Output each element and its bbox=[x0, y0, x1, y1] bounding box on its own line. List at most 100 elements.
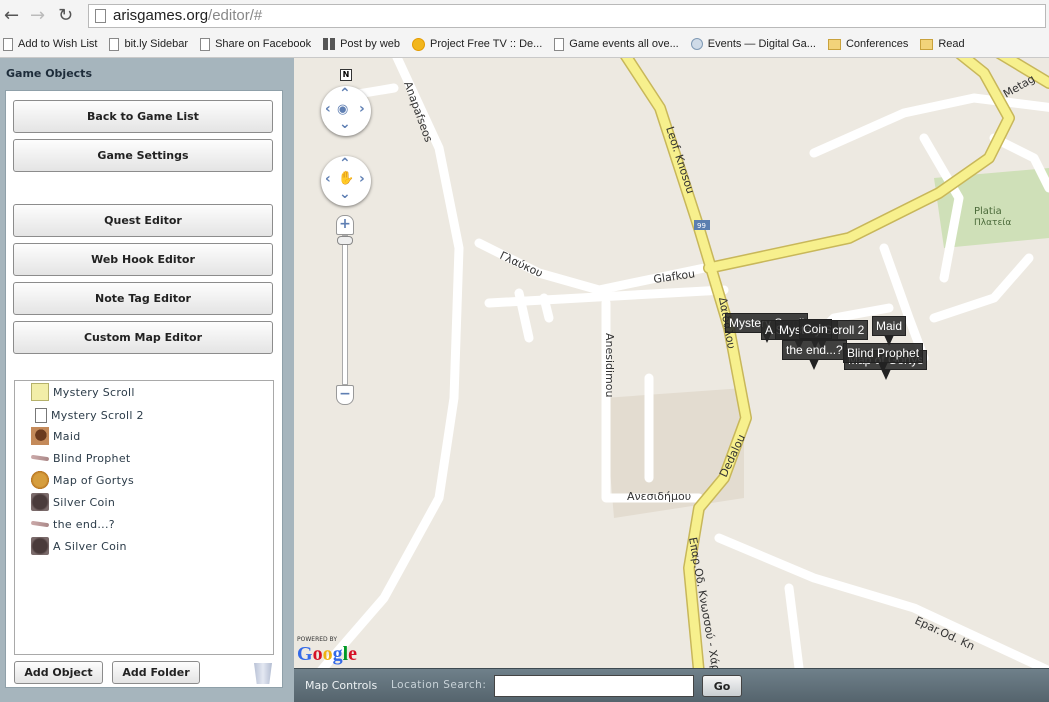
bookmark-item[interactable]: Read bbox=[917, 33, 965, 55]
url-host: arisgames.org bbox=[113, 7, 209, 24]
page-icon bbox=[35, 407, 47, 423]
zoom-slider-track[interactable] bbox=[342, 235, 348, 385]
bookmark-item[interactable]: Share on Facebook bbox=[197, 33, 311, 55]
browser-chrome: ← → ↻ arisgames.org/editor/# Add to Wish… bbox=[0, 0, 1049, 58]
bookmark-label: Post by web bbox=[340, 38, 401, 50]
object-label: A Silver Coin bbox=[53, 539, 127, 553]
object-item[interactable]: A Silver Coin bbox=[31, 536, 127, 556]
bookmark-item[interactable]: Events — Digital Ga... bbox=[688, 33, 816, 55]
address-bar[interactable]: arisgames.org/editor/# bbox=[88, 4, 1046, 28]
object-item[interactable]: Silver Coin bbox=[31, 492, 115, 512]
note-tag-editor-button[interactable]: Note Tag Editor bbox=[13, 282, 273, 315]
maid-icon bbox=[31, 427, 49, 445]
object-item[interactable]: Maid bbox=[31, 426, 80, 446]
road-label: Anapafseos bbox=[401, 80, 435, 145]
scroll-icon bbox=[31, 383, 49, 401]
go-button[interactable]: Go bbox=[702, 675, 742, 697]
hand-icon: ✋ bbox=[338, 171, 355, 186]
game-objects-tree[interactable]: Mystery Scroll Mystery Scroll 2 Maid Blind … bbox=[14, 380, 274, 655]
zoom-in-button[interactable]: + bbox=[336, 215, 354, 235]
quest-editor-button[interactable]: Quest Editor bbox=[13, 204, 273, 237]
bookmark-item[interactable]: bit.ly Sidebar bbox=[106, 33, 188, 55]
add-object-button[interactable]: Add Object bbox=[14, 661, 103, 684]
object-label: the end...? bbox=[53, 517, 115, 531]
road-label: Metag bbox=[1001, 72, 1037, 100]
location-search-input[interactable] bbox=[494, 675, 694, 697]
object-item[interactable]: Map of Gortys bbox=[31, 470, 134, 490]
object-label: Silver Coin bbox=[53, 495, 116, 509]
page-icon bbox=[109, 37, 120, 51]
map-icon bbox=[31, 471, 49, 489]
road bbox=[539, 293, 554, 323]
reload-icon[interactable]: ↻ bbox=[58, 5, 73, 26]
google-logo: Google bbox=[297, 643, 358, 665]
object-item[interactable]: Blind Prophet bbox=[30, 448, 131, 468]
look-control[interactable]: ⌃ ⌄ ‹ › ◉ bbox=[321, 86, 371, 136]
custom-map-editor-button[interactable]: Custom Map Editor bbox=[13, 321, 273, 354]
road-label: Γλαύκου bbox=[498, 249, 545, 280]
bookmark-item[interactable]: Conferences bbox=[825, 33, 908, 55]
page-icon bbox=[95, 9, 106, 23]
zoom-out-button[interactable]: − bbox=[336, 385, 354, 405]
map-marker[interactable]: Coin bbox=[799, 319, 832, 349]
map-controls-link[interactable]: Map Controls bbox=[305, 679, 377, 692]
object-label: Maid bbox=[53, 429, 81, 443]
location-search-label: Location Search: bbox=[391, 679, 487, 691]
place-label: Platia bbox=[974, 206, 1002, 217]
object-item[interactable]: Mystery Scroll bbox=[31, 382, 135, 402]
page-icon bbox=[200, 37, 211, 51]
forward-arrow-icon[interactable]: → bbox=[30, 5, 45, 26]
grid-icon bbox=[323, 38, 336, 50]
road bbox=[317, 58, 464, 668]
object-label: Mystery Scroll bbox=[53, 385, 135, 399]
sidebar-panel: Back to Game List Game Settings Quest Ed… bbox=[5, 90, 283, 688]
game-settings-button[interactable]: Game Settings bbox=[13, 139, 273, 172]
object-item[interactable]: the end...? bbox=[30, 514, 115, 534]
stick-icon bbox=[30, 520, 50, 528]
bookmark-item[interactable]: Game events all ove... bbox=[551, 33, 679, 55]
coin-icon bbox=[31, 537, 49, 555]
bookmark-label: Add to Wish List bbox=[18, 38, 98, 50]
disc-icon bbox=[690, 38, 703, 50]
sidebar: Game Objects Back to Game List Game Sett… bbox=[0, 58, 294, 702]
map-marker[interactable]: Blind Prophet bbox=[843, 343, 924, 373]
back-arrow-icon[interactable]: ← bbox=[4, 5, 19, 26]
bookmark-label: bit.ly Sidebar bbox=[124, 38, 189, 50]
bookmark-item[interactable]: Add to Wish List bbox=[0, 33, 97, 55]
folder-icon bbox=[920, 38, 934, 50]
bookmark-item[interactable]: Project Free TV :: De... bbox=[409, 33, 542, 55]
object-item[interactable]: Mystery Scroll 2 bbox=[31, 405, 144, 425]
road-label: Glafkou bbox=[653, 267, 696, 286]
zoom-slider-handle[interactable] bbox=[337, 236, 353, 245]
place-label: Πλατεία bbox=[974, 218, 1011, 228]
map-roads: Anapafseos Leof. Knosou Γλαύκου Glafkou … bbox=[317, 58, 1049, 668]
bookmark-label: Events — Digital Ga... bbox=[707, 38, 816, 50]
bookmark-label: Read bbox=[938, 38, 965, 50]
road bbox=[784, 583, 804, 668]
road bbox=[714, 533, 1049, 668]
north-indicator[interactable]: N bbox=[340, 69, 352, 81]
map-marker[interactable]: Maid bbox=[872, 316, 907, 346]
url-path: /editor/# bbox=[208, 7, 263, 24]
map-view[interactable]: Anapafseos Leof. Knosou Γλαύκου Glafkou … bbox=[294, 58, 1049, 668]
sidebar-title: Game Objects bbox=[6, 67, 92, 80]
pan-control[interactable]: ⌃ ⌄ ‹ › ✋ bbox=[321, 156, 371, 206]
web-hook-editor-button[interactable]: Web Hook Editor bbox=[13, 243, 273, 276]
bookmark-label: Project Free TV :: De... bbox=[430, 38, 543, 50]
object-label: Map of Gortys bbox=[53, 473, 135, 487]
circle-icon bbox=[412, 37, 426, 51]
road-label: Ανεσιδήμου bbox=[627, 490, 691, 503]
coin-icon bbox=[31, 493, 49, 511]
object-label: Blind Prophet bbox=[53, 451, 131, 465]
bookmark-item[interactable]: Post by web bbox=[320, 33, 400, 55]
folder-icon bbox=[827, 38, 841, 50]
bookmarks-bar: Add to Wish List bit.ly Sidebar Share on F… bbox=[0, 33, 1049, 55]
back-to-game-list-button[interactable]: Back to Game List bbox=[13, 100, 273, 133]
road-label: Anesidimou bbox=[603, 333, 616, 398]
powered-by-label: POWERED BY bbox=[297, 636, 338, 643]
page-icon bbox=[554, 37, 565, 51]
map-marker[interactable]: the end...? bbox=[782, 340, 847, 370]
bookmark-label: Game events all ove... bbox=[569, 38, 679, 50]
add-folder-button[interactable]: Add Folder bbox=[112, 661, 200, 684]
trash-icon[interactable] bbox=[254, 663, 272, 684]
